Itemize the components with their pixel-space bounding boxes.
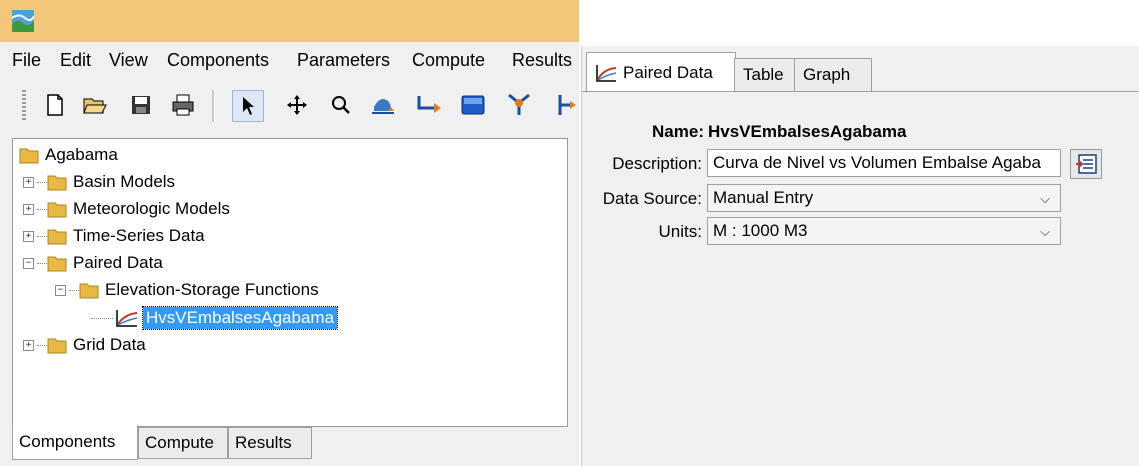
description-field[interactable]: Curva de Nivel vs Volumen Embalse Agaba [707,149,1061,177]
folder-icon [47,338,67,354]
tab-label: Results [235,433,292,452]
tree-item-grid-data[interactable]: + Grid Data [23,333,146,357]
tree-item-hvsvembalsesagabama[interactable]: HvsVEmbalsesAgabama [91,306,339,330]
arrow-pointer-icon[interactable] [232,90,264,122]
collapse-icon[interactable]: − [55,284,66,296]
junction-icon[interactable] [504,90,534,120]
tree-connector [37,181,47,183]
tree-connector [37,262,47,264]
app-icon [12,10,34,32]
menu-compute[interactable]: Compute [412,50,485,71]
folder-icon [47,175,67,191]
tree-item-basin-models[interactable]: + Basin Models [23,170,175,194]
paired-data-curve-icon [596,65,617,82]
toolbar-grip[interactable] [22,90,26,122]
expand-icon[interactable]: + [23,339,34,351]
menu-results[interactable]: Results [512,50,572,71]
tree-item-paired-data[interactable]: − Paired Data [23,251,163,275]
diversion-icon[interactable] [548,90,578,120]
tab-label: Compute [145,433,214,452]
menu-parameters[interactable]: Parameters [297,50,390,71]
tree-item-root[interactable]: Agabama [19,143,118,167]
tree-item-label: Time-Series Data [73,226,205,245]
menu-view[interactable]: View [109,50,148,71]
tree-connector [37,208,47,210]
move-icon[interactable] [282,90,312,120]
toolbar-separator [212,90,215,122]
chevron-down-icon: ⌵ [1040,224,1050,239]
expand-icon[interactable]: + [23,176,34,188]
name-label: Name: [652,122,704,141]
menu-file[interactable]: File [12,50,41,71]
folder-icon [79,283,99,299]
reservoir-icon[interactable] [458,90,488,120]
description-label: Description: [612,154,702,173]
toolbar [0,84,579,126]
reach-icon[interactable] [414,90,444,120]
editor-tab-bar: Paired Data Table Graph [582,46,1139,94]
tree-item-elevation-storage-functions[interactable]: − Elevation-Storage Functions [55,278,319,302]
subbasin-icon[interactable] [368,90,398,120]
description-editor-button[interactable] [1070,149,1102,179]
tree-connector [91,317,113,319]
name-value: HvsVEmbalsesAgabama [708,122,907,141]
units-label: Units: [658,222,702,241]
main-window: File Edit View Components Parameters Com… [0,0,579,466]
zoom-icon[interactable] [326,90,356,120]
title-bar [0,0,579,42]
tree-item-label: Paired Data [73,253,163,272]
tree-item-label: HvsVEmbalsesAgabama [141,306,339,330]
expand-icon[interactable]: + [23,230,34,242]
tab-results[interactable]: Results [228,427,312,459]
tree-item-time-series-data[interactable]: + Time-Series Data [23,224,205,248]
paired-data-panel: Name: HvsVEmbalsesAgabama Description: C… [582,91,1138,466]
data-source-label: Data Source: [602,189,702,208]
tree-item-label: Basin Models [73,172,176,191]
tab-compute[interactable]: Compute [138,427,228,459]
component-editor: Paired Data Table Graph Name: HvsVEmbals… [581,46,1139,466]
menu-edit[interactable]: Edit [60,50,91,71]
text-editor-icon [1076,154,1097,174]
save-icon[interactable] [126,90,156,120]
tab-label: Graph [803,65,851,84]
units-value: M : 1000 M3 [713,221,808,240]
tab-paired-data[interactable]: Paired Data [586,52,736,93]
units-select[interactable]: M : 1000 M3 ⌵ [707,217,1061,245]
paired-data-curve-icon [116,310,138,327]
folder-icon [47,229,67,245]
folder-icon [47,256,67,272]
bottom-tab-bar: Components Compute Results [12,425,566,463]
print-icon[interactable] [168,90,198,120]
data-source-select[interactable]: Manual Entry ⌵ [707,184,1061,212]
component-tree[interactable]: Agabama + Basin Models + Meteorologic Mo… [12,138,568,427]
tree-item-label: Meteorologic Models [73,199,230,218]
tree-connector [37,344,47,346]
tree-item-meteorologic-models[interactable]: + Meteorologic Models [23,197,230,221]
tab-label: Components [19,432,116,451]
menu-bar: File Edit View Components Parameters Com… [0,46,579,76]
new-file-icon[interactable] [40,90,70,120]
tab-graph[interactable]: Graph [794,58,872,91]
folder-icon [19,148,39,164]
tab-components[interactable]: Components [12,425,138,460]
chevron-down-icon: ⌵ [1040,191,1050,206]
open-folder-icon[interactable] [80,90,110,120]
tree-connector [69,289,79,291]
data-source-value: Manual Entry [713,188,814,207]
menu-components[interactable]: Components [167,50,269,71]
collapse-icon[interactable]: − [23,257,34,269]
folder-icon [47,202,67,218]
tree-item-label: Elevation-Storage Functions [105,280,319,299]
expand-icon[interactable]: + [23,203,34,215]
tab-table[interactable]: Table [734,58,798,91]
tree-item-label: Grid Data [73,335,146,354]
tab-label: Table [743,65,784,84]
tree-connector [37,235,47,237]
tab-label: Paired Data [623,63,713,82]
tree-item-label: Agabama [45,145,118,164]
